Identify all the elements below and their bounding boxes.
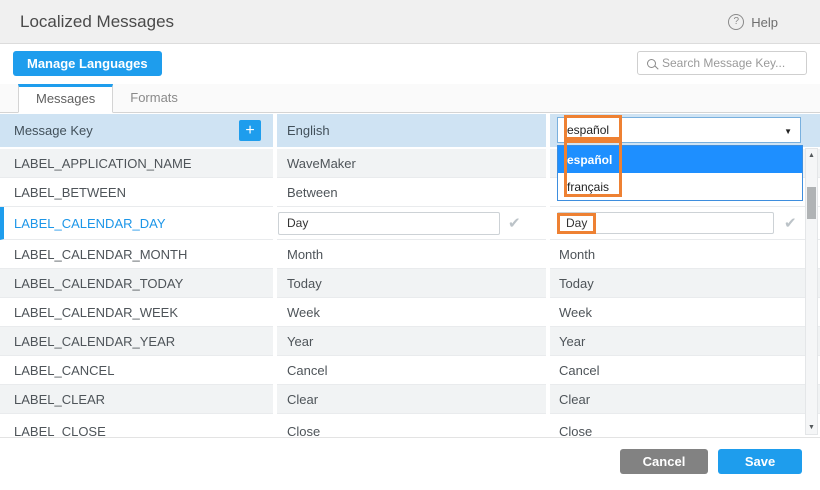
english-cell: Today [277, 269, 546, 298]
english-cell: Week [277, 298, 546, 327]
english-value: Week [287, 305, 320, 320]
scrollbar-thumb[interactable] [807, 187, 816, 219]
english-cell: Month [277, 240, 546, 269]
language-select-value: español [567, 123, 609, 137]
tab-bar: Messages Formats [0, 84, 820, 113]
message-key: LABEL_CALENDAR_DAY [14, 216, 166, 231]
language-select[interactable]: español ▼ [557, 117, 801, 143]
localized-messages-dialog: Localized Messages ? Help Manage Languag… [0, 0, 820, 490]
message-key: LABEL_APPLICATION_NAME [14, 156, 192, 171]
option-francais[interactable]: français [558, 173, 802, 200]
message-key-cell: LABEL_CLEAR [0, 385, 273, 414]
message-key: LABEL_CALENDAR_MONTH [14, 247, 187, 262]
language-cell: Cancel [550, 356, 820, 385]
table-row[interactable]: LABEL_CLOSE Close Close [0, 414, 820, 437]
message-key-cell: LABEL_CANCEL [0, 356, 273, 385]
language-option-list: español français [557, 145, 803, 201]
language-value: Close [559, 424, 592, 437]
confirm-check-icon[interactable]: ✔ [784, 214, 797, 232]
search-input[interactable] [662, 56, 817, 70]
language-edit-input[interactable]: Day [557, 212, 774, 234]
select-caret-icon: ▼ [784, 127, 792, 136]
message-key-cell: LABEL_APPLICATION_NAME [0, 149, 273, 178]
message-key-cell: LABEL_CALENDAR_WEEK [0, 298, 273, 327]
message-key-cell: LABEL_CALENDAR_MONTH [0, 240, 273, 269]
column-label: English [287, 123, 330, 138]
english-value: Between [287, 185, 338, 200]
english-cell: ✔ [277, 207, 546, 240]
table-row[interactable]: LABEL_CLEAR Clear Clear [0, 385, 820, 414]
save-button[interactable]: Save [718, 449, 802, 474]
language-cell: Close [550, 414, 820, 437]
english-edit-input[interactable] [278, 212, 500, 235]
language-value: Week [559, 305, 592, 320]
cancel-button[interactable]: Cancel [620, 449, 708, 474]
search-box[interactable] [637, 51, 807, 75]
scroll-down-icon[interactable]: ▼ [806, 424, 817, 431]
language-cell: Clear [550, 385, 820, 414]
english-value: Year [287, 334, 313, 349]
english-value: Month [287, 247, 323, 262]
table-row[interactable]: LABEL_CALENDAR_MONTH Month Month [0, 240, 820, 269]
english-cell: Cancel [277, 356, 546, 385]
english-value: Clear [287, 392, 318, 407]
tab-messages[interactable]: Messages [18, 84, 113, 113]
message-key: LABEL_CLEAR [14, 392, 105, 407]
column-label: Message Key [14, 123, 93, 138]
table-row[interactable]: LABEL_CALENDAR_YEAR Year Year [0, 327, 820, 356]
annotation-day-value: Day [557, 213, 596, 234]
message-key: LABEL_CALENDAR_YEAR [14, 334, 175, 349]
english-value: Today [287, 276, 322, 291]
title-bar: Localized Messages ? Help [0, 0, 820, 44]
table-row[interactable]: LABEL_CALENDAR_WEEK Week Week [0, 298, 820, 327]
help-link[interactable]: ? Help [728, 0, 778, 44]
message-key: LABEL_CANCEL [14, 363, 114, 378]
help-icon: ? [728, 14, 744, 30]
language-value: Month [559, 247, 595, 262]
footer-bar: Cancel Save [0, 437, 820, 490]
add-message-key-button[interactable]: + [239, 120, 261, 141]
language-value: Today [559, 276, 594, 291]
page-title: Localized Messages [20, 0, 174, 44]
language-cell: Day ✔ [550, 207, 820, 240]
english-cell: Close [277, 414, 546, 437]
message-key-cell: LABEL_CALENDAR_YEAR [0, 327, 273, 356]
language-value: Year [559, 334, 585, 349]
english-value: WaveMaker [287, 156, 356, 171]
scroll-up-icon[interactable]: ▲ [806, 152, 817, 159]
language-cell: Year [550, 327, 820, 356]
english-cell: Clear [277, 385, 546, 414]
language-value: Clear [559, 392, 590, 407]
language-cell: Today [550, 269, 820, 298]
message-key: LABEL_CLOSE [14, 424, 106, 437]
message-key: LABEL_BETWEEN [14, 185, 126, 200]
help-label: Help [751, 15, 778, 30]
english-value: Close [287, 424, 320, 437]
message-key-cell: LABEL_BETWEEN [0, 178, 273, 207]
search-icon [647, 59, 656, 68]
column-header-message-key: Message Key + [0, 114, 273, 147]
english-value: Cancel [287, 363, 327, 378]
option-espanol[interactable]: español [558, 146, 802, 173]
language-cell: Month [550, 240, 820, 269]
confirm-check-icon[interactable]: ✔ [508, 214, 521, 232]
column-header-english: English [277, 114, 546, 147]
manage-languages-button[interactable]: Manage Languages [13, 51, 162, 76]
language-cell: Week [550, 298, 820, 327]
message-key: LABEL_CALENDAR_WEEK [14, 305, 178, 320]
english-cell: Between [277, 178, 546, 207]
table-row[interactable]: LABEL_CALENDAR_TODAY Today Today [0, 269, 820, 298]
table-row[interactable]: LABEL_CANCEL Cancel Cancel [0, 356, 820, 385]
english-cell: WaveMaker [277, 149, 546, 178]
table-row[interactable]: LABEL_CALENDAR_DAY ✔ Day ✔ [0, 207, 820, 240]
tab-formats[interactable]: Formats [113, 84, 195, 113]
message-key: LABEL_CALENDAR_TODAY [14, 276, 183, 291]
vertical-scrollbar[interactable]: ▲ ▼ [805, 148, 818, 435]
language-value: Cancel [559, 363, 599, 378]
message-key-cell: LABEL_CALENDAR_DAY [0, 207, 273, 240]
message-key-cell: LABEL_CALENDAR_TODAY [0, 269, 273, 298]
english-cell: Year [277, 327, 546, 356]
message-key-cell: LABEL_CLOSE [0, 414, 273, 437]
